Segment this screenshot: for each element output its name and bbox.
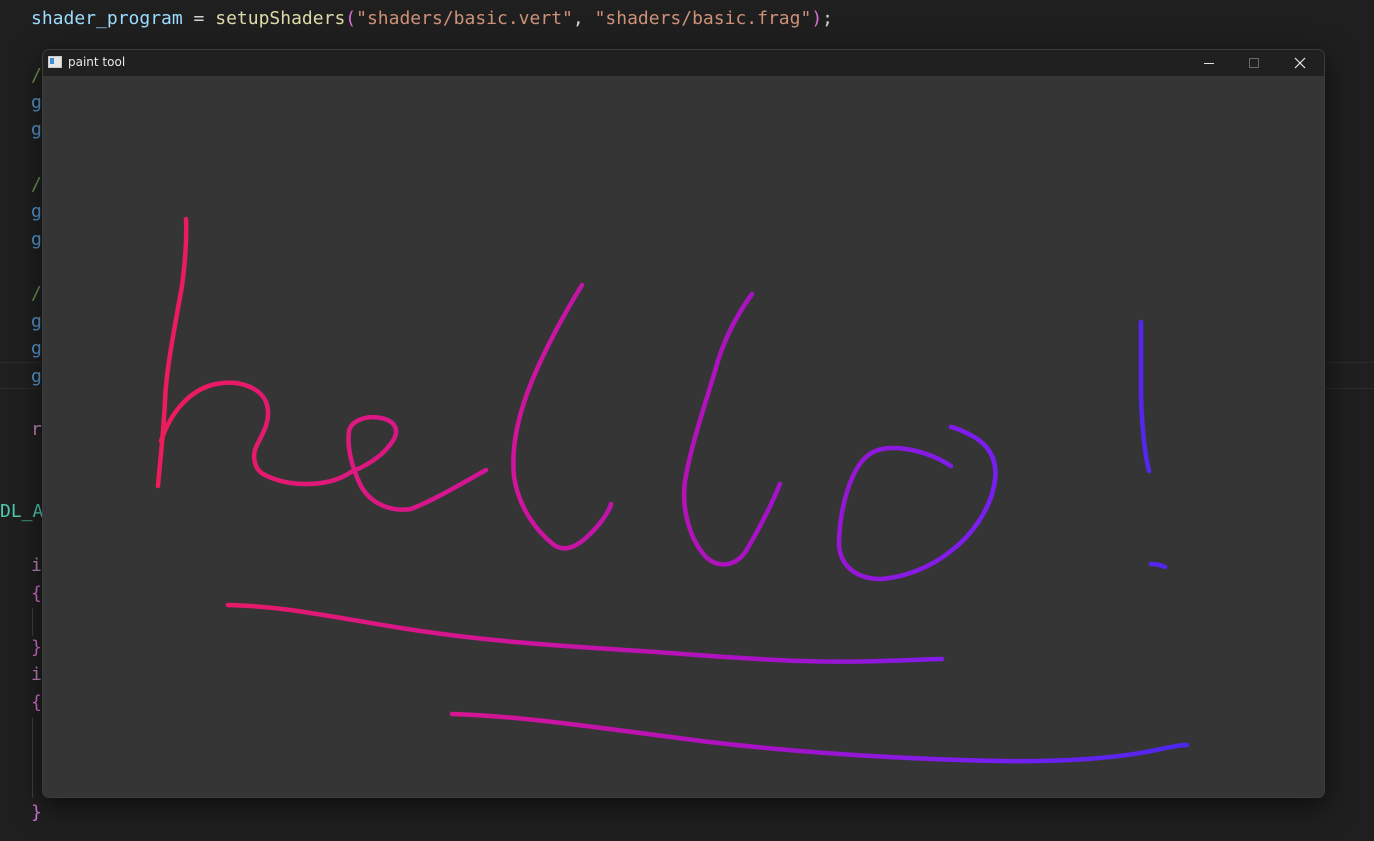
- stroke-exclamation-bar: [1138, 319, 1152, 474]
- code-token-string-frag: "shaders/basic.frag": [594, 8, 812, 29]
- stroke-letter-l1: [511, 282, 614, 551]
- code-token-variable: shader_program: [31, 8, 183, 29]
- window-titlebar[interactable]: paint tool: [43, 50, 1324, 76]
- code-token-operator: =: [182, 8, 216, 29]
- close-icon: [1294, 57, 1306, 69]
- stroke-letter-h: [155, 216, 354, 489]
- code-fragment-brace: {: [31, 583, 42, 604]
- code-fragment-comment: /: [31, 283, 42, 304]
- code-token-string-vert: "shaders/basic.vert": [356, 8, 573, 29]
- code-token-function: setupShaders: [215, 8, 346, 29]
- maximize-button[interactable]: [1232, 50, 1276, 76]
- indent-guide: [32, 718, 33, 798]
- code-fragment: g: [31, 366, 42, 387]
- hello-drawing: [155, 216, 1190, 764]
- indent-guide: [32, 608, 33, 636]
- stroke-underline-1: [225, 602, 945, 664]
- code-fragment-comment: /: [31, 174, 42, 195]
- code-fragment: g: [31, 338, 42, 359]
- stroke-letter-l2: [681, 291, 783, 567]
- window-title: paint tool: [68, 55, 126, 69]
- code-fragment: r: [31, 419, 42, 440]
- code-fragment: i: [31, 664, 42, 685]
- code-token-paren-close: ): [811, 8, 823, 29]
- code-fragment-brace: }: [31, 802, 42, 823]
- code-fragment-comment: /: [31, 65, 42, 86]
- code-fragment-brace: {: [31, 692, 42, 713]
- drawing-canvas[interactable]: [43, 76, 1324, 797]
- code-fragment: g: [31, 311, 42, 332]
- stroke-letter-o: [836, 424, 998, 582]
- code-line-shader-setup: shader_program = setupShaders("shaders/b…: [31, 9, 833, 29]
- code-fragment: DL_A: [0, 501, 44, 522]
- code-fragment: i: [31, 555, 42, 576]
- maximize-icon: [1249, 58, 1259, 68]
- stroke-exclamation-dot: [1148, 561, 1168, 570]
- code-fragment-brace: }: [31, 637, 42, 658]
- code-fragment: g: [31, 92, 42, 113]
- code-fragment: g: [31, 119, 42, 140]
- code-token-paren-open: (: [345, 8, 357, 29]
- code-token-comma: ,: [572, 8, 595, 29]
- stroke-underline-2: [449, 711, 1190, 764]
- minimize-button[interactable]: [1187, 50, 1231, 76]
- code-fragment: g: [31, 229, 42, 250]
- app-window-icon: [48, 56, 62, 68]
- code-fragment: g: [31, 201, 42, 222]
- stroke-letter-e: [346, 415, 489, 512]
- code-token-semicolon: ;: [822, 8, 833, 29]
- paint-tool-window[interactable]: paint tool: [42, 49, 1325, 798]
- close-button[interactable]: [1278, 50, 1322, 76]
- minimize-icon: [1204, 63, 1214, 64]
